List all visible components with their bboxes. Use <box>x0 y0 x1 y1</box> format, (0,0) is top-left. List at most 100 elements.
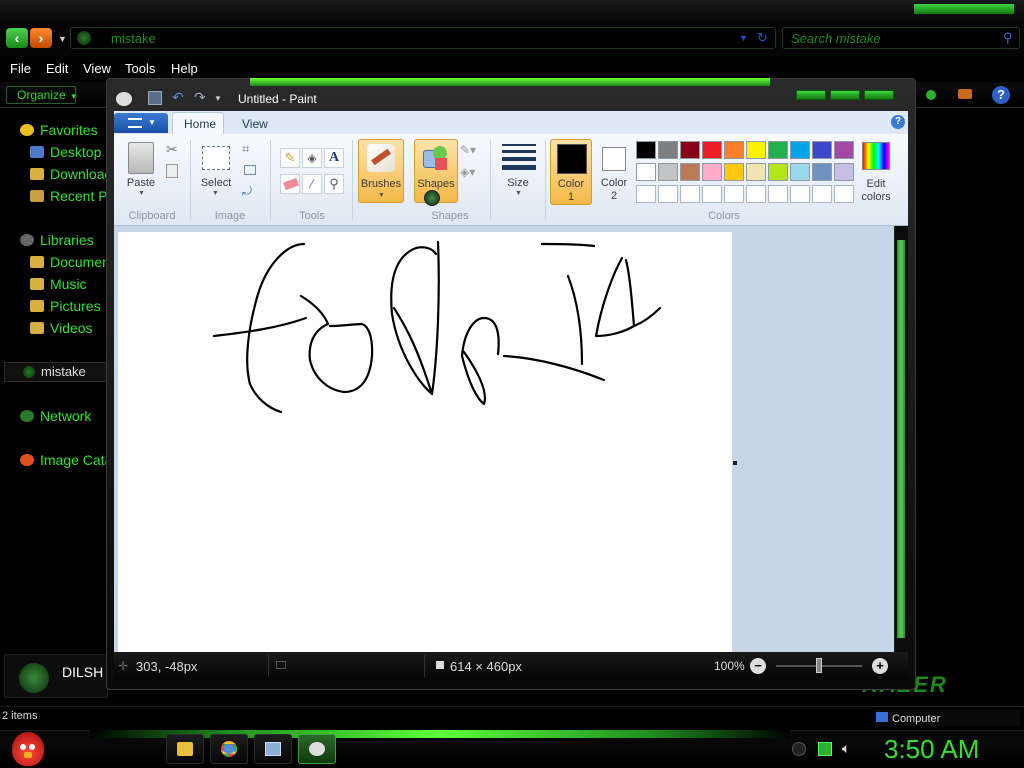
network-tray-icon[interactable] <box>818 742 832 756</box>
start-button[interactable] <box>6 730 48 768</box>
paint-menu-button[interactable]: ▼ <box>114 113 168 133</box>
palette-custom-slot[interactable] <box>746 185 766 203</box>
nav-desktop[interactable]: Desktop <box>30 144 108 160</box>
ribbon-help-icon[interactable]: ? <box>891 115 905 129</box>
refresh-icon[interactable]: ↻ <box>757 30 768 46</box>
close-button[interactable] <box>864 90 894 100</box>
copy-icon[interactable] <box>166 164 178 178</box>
brushes-button[interactable]: Brushes ▼ <box>358 139 404 203</box>
palette-swatch[interactable] <box>636 163 656 181</box>
search-icon[interactable]: ⚲ <box>1003 30 1013 46</box>
palette-swatch[interactable] <box>680 141 700 159</box>
palette-swatch[interactable] <box>768 163 788 181</box>
select-label[interactable]: Select <box>196 177 236 189</box>
address-input[interactable]: mistake ▼ ↻ <box>70 27 776 49</box>
pencil-icon[interactable]: ✎ <box>280 148 300 168</box>
select-icon[interactable] <box>202 146 230 170</box>
palette-swatch[interactable] <box>768 141 788 159</box>
paste-label[interactable]: Paste <box>120 177 162 189</box>
canvas-resize-handle[interactable] <box>733 461 737 465</box>
size-icon[interactable] <box>502 144 536 170</box>
volume-icon[interactable]: 🔈︎ <box>842 740 850 757</box>
tab-view[interactable]: View <box>242 117 268 131</box>
menu-file[interactable]: File <box>10 61 31 76</box>
palette-custom-slot[interactable] <box>812 185 832 203</box>
menu-help[interactable]: Help <box>171 61 198 76</box>
color2-button[interactable]: Color 2 <box>594 139 634 205</box>
cut-icon[interactable]: ✂ <box>166 141 178 158</box>
nav-documents[interactable]: Documen <box>30 254 108 270</box>
show-hidden-icons[interactable] <box>792 742 806 756</box>
taskbar-chrome[interactable] <box>210 734 248 764</box>
taskbar-window[interactable] <box>254 734 292 764</box>
fill-icon[interactable]: ◈ <box>302 148 322 168</box>
address-dropdown-icon[interactable]: ▼ <box>739 33 748 43</box>
text-tool-icon[interactable]: A <box>324 148 344 168</box>
palette-custom-slot[interactable] <box>680 185 700 203</box>
palette-swatch[interactable] <box>702 163 722 181</box>
palette-swatch[interactable] <box>724 163 744 181</box>
resize-icon[interactable] <box>244 165 256 175</box>
organize-button[interactable]: Organize ▼ <box>6 86 78 104</box>
back-button[interactable]: ‹ <box>6 28 28 48</box>
maximize-button[interactable] <box>830 90 860 100</box>
rotate-icon[interactable]: ⤾ <box>242 184 252 199</box>
palette-swatch[interactable] <box>812 163 832 181</box>
color1-button[interactable]: Color 1 <box>550 139 592 205</box>
nav-current-folder[interactable]: mistake <box>4 362 108 382</box>
minimize-button[interactable] <box>796 90 826 100</box>
drawing-canvas[interactable] <box>118 232 732 652</box>
clock[interactable]: 3:50 AM <box>884 734 979 765</box>
palette-swatch[interactable] <box>658 163 678 181</box>
palette-custom-slot[interactable] <box>702 185 722 203</box>
palette-swatch[interactable] <box>636 141 656 159</box>
palette-custom-slot[interactable] <box>636 185 656 203</box>
menu-view[interactable]: View <box>83 61 111 76</box>
zoom-in-button[interactable]: + <box>872 658 888 674</box>
zoom-out-button[interactable]: − <box>750 658 766 674</box>
crop-icon[interactable]: ⌗ <box>242 141 249 157</box>
eraser-icon[interactable] <box>280 174 300 194</box>
view-options-icon[interactable] <box>926 90 936 100</box>
zoom-slider-thumb[interactable] <box>816 658 822 673</box>
palette-custom-slot[interactable] <box>790 185 810 203</box>
recent-pages-chevron-icon[interactable]: ▼ <box>58 34 67 44</box>
nav-recent-places[interactable]: Recent P <box>30 188 108 204</box>
nav-network[interactable]: Network <box>20 408 91 424</box>
explorer-window-controls[interactable] <box>914 4 1014 14</box>
palette-swatch[interactable] <box>702 141 722 159</box>
edit-colors-button[interactable]: Edit colors <box>860 140 894 206</box>
nav-videos[interactable]: Videos <box>30 320 108 336</box>
palette-custom-slot[interactable] <box>724 185 744 203</box>
nav-favorites[interactable]: Favorites <box>20 122 98 138</box>
nav-downloads[interactable]: Downloads <box>30 166 108 182</box>
size-label[interactable]: Size <box>498 177 538 189</box>
palette-swatch[interactable] <box>746 141 766 159</box>
nav-libraries[interactable]: Libraries <box>20 232 94 248</box>
help-icon[interactable]: ? <box>992 86 1010 104</box>
paste-dropdown-icon[interactable]: ▼ <box>138 190 145 197</box>
palette-swatch[interactable] <box>834 141 854 159</box>
preview-pane-icon[interactable] <box>958 89 972 99</box>
palette-swatch[interactable] <box>746 163 766 181</box>
nav-image-catalog[interactable]: Image Cata <box>20 452 108 468</box>
palette-swatch[interactable] <box>790 163 810 181</box>
menu-tools[interactable]: Tools <box>125 61 155 76</box>
paint-app-icon[interactable] <box>116 92 132 106</box>
select-dropdown-icon[interactable]: ▼ <box>212 190 219 197</box>
nav-music[interactable]: Music <box>30 276 108 292</box>
palette-custom-slot[interactable] <box>658 185 678 203</box>
palette-swatch[interactable] <box>834 163 854 181</box>
forward-button[interactable]: › <box>30 28 52 48</box>
paste-icon[interactable] <box>128 142 154 174</box>
magnifier-icon[interactable]: ⚲ <box>324 174 344 194</box>
undo-icon[interactable]: ↶ <box>172 89 184 106</box>
palette-custom-slot[interactable] <box>834 185 854 203</box>
palette-swatch[interactable] <box>724 141 744 159</box>
color-picker-icon[interactable]: ⁄ <box>302 174 322 194</box>
palette-custom-slot[interactable] <box>768 185 788 203</box>
palette-swatch[interactable] <box>812 141 832 159</box>
outline-icon[interactable]: ✎▾ <box>460 143 476 157</box>
search-input[interactable]: Search mistake ⚲ <box>782 27 1020 49</box>
vertical-scrollbar-thumb[interactable] <box>897 240 905 638</box>
